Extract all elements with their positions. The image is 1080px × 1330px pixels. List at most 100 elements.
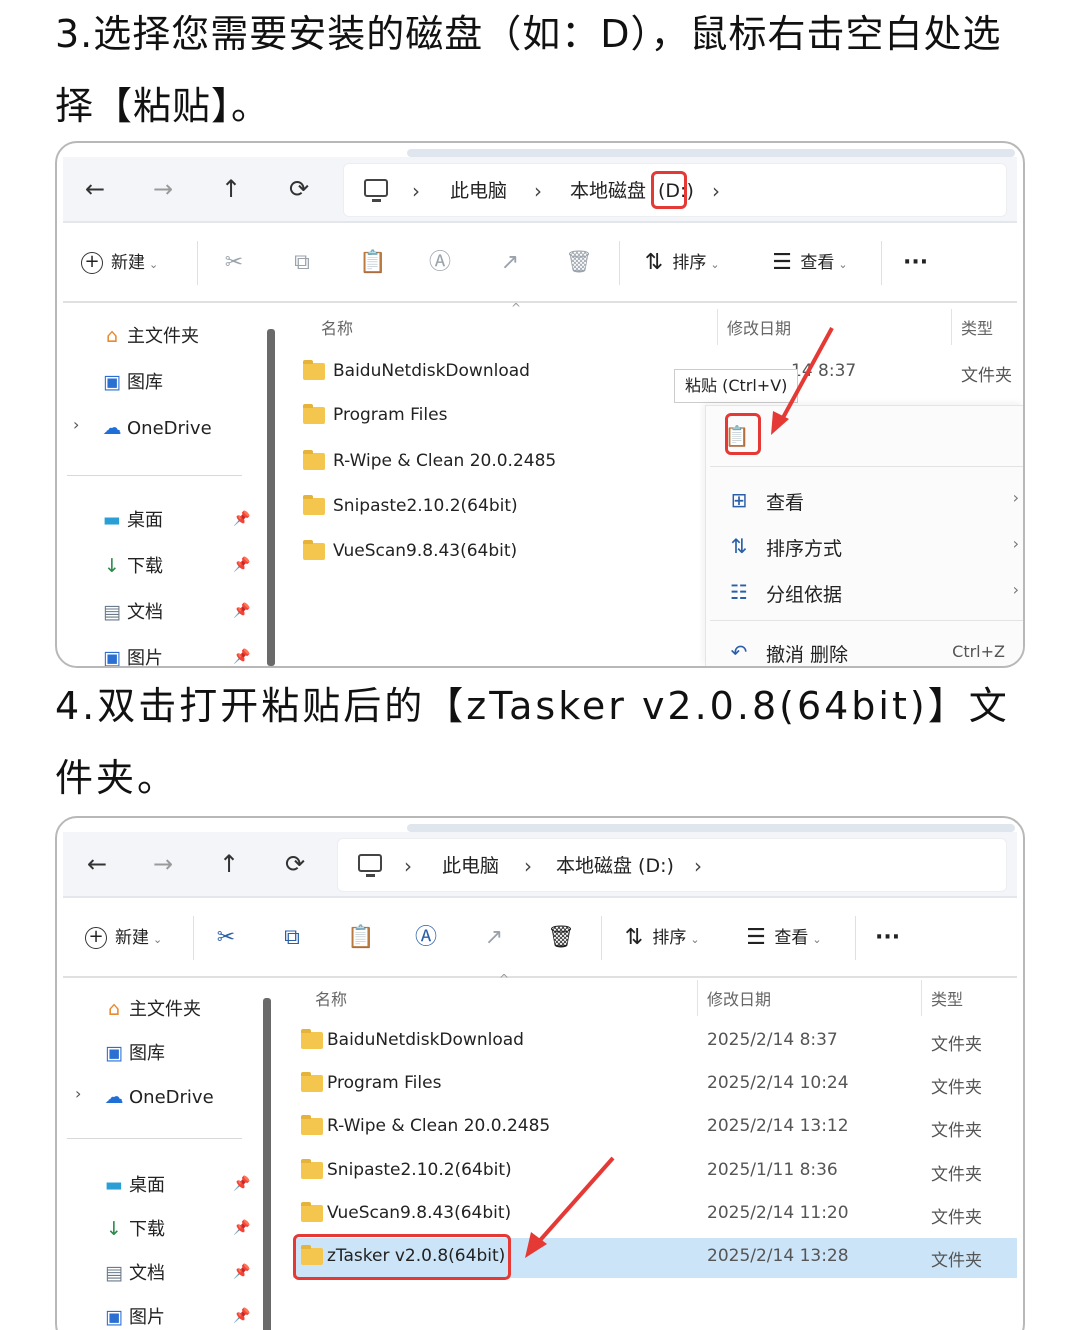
file-type: 文件夹 xyxy=(931,1251,982,1271)
column-header-type[interactable]: 类型 xyxy=(931,986,963,1010)
context-item-undo[interactable]: ↶ 撤消 删除 Ctrl+Z xyxy=(706,632,1023,666)
forward-icon[interactable]: → xyxy=(143,169,183,209)
scissors-icon: ✂ xyxy=(216,925,236,950)
up-icon[interactable]: ↑ xyxy=(209,844,249,884)
sidebar-item-desktop[interactable]: ▬ 桌面 xyxy=(101,1170,165,1200)
sort-caret-icon: ^ xyxy=(499,972,510,986)
pin-icon: 📌 xyxy=(233,1264,251,1280)
sidebar-item-documents[interactable]: ▤ 文档 xyxy=(99,597,163,627)
file-row[interactable]: Program Files 2025/2/14 10:24 文件夹 xyxy=(293,1065,1017,1105)
breadcrumb-this-pc[interactable]: 此电脑 xyxy=(442,839,499,893)
share-button[interactable]: ↗ xyxy=(481,922,507,954)
sidebar-scrollbar[interactable] xyxy=(267,329,275,666)
column-header-type[interactable]: 类型 xyxy=(961,315,993,339)
copy-button[interactable]: ⧉ xyxy=(279,922,305,954)
refresh-icon[interactable]: ⟳ xyxy=(275,844,315,884)
refresh-icon[interactable]: ⟳ xyxy=(279,169,319,209)
file-row[interactable]: BaiduNetdiskDownload 14 8:37 文件夹 xyxy=(293,353,1017,393)
sidebar-item-onedrive[interactable]: ☁ OneDrive xyxy=(101,1082,214,1112)
more-options-button[interactable]: ··· xyxy=(875,922,900,954)
view-button[interactable]: ☰ 查看 ⌄ xyxy=(769,247,848,279)
file-type: 文件夹 xyxy=(931,1035,982,1055)
file-row[interactable]: VueScan9.8.43(64bit) 2025/2/14 11:20 文件夹 xyxy=(293,1195,1017,1235)
column-header-date[interactable]: 修改日期 xyxy=(727,315,791,339)
view-list-icon: ☰ xyxy=(746,925,766,950)
cut-button[interactable]: ✂ xyxy=(221,247,247,279)
rename-icon: Ⓐ xyxy=(414,925,437,950)
paste-button[interactable]: 📋 xyxy=(347,922,374,954)
breadcrumb-separator: › xyxy=(412,179,420,203)
file-name: Snipaste2.10.2(64bit) xyxy=(333,496,518,516)
sidebar-item-documents[interactable]: ▤ 文档 xyxy=(101,1258,165,1288)
view-button[interactable]: ☰ 查看 ⌄ xyxy=(743,922,822,954)
file-row[interactable]: BaiduNetdiskDownload 2025/2/14 8:37 文件夹 xyxy=(293,1022,1017,1062)
sidebar-item-gallery[interactable]: ▣ 图库 xyxy=(101,1038,165,1068)
drive-letter-highlight xyxy=(651,171,687,209)
sidebar-item-pictures[interactable]: ▣ 图片 xyxy=(101,1302,165,1330)
column-header-date[interactable]: 修改日期 xyxy=(707,986,771,1010)
sort-button[interactable]: ⇅ 排序 ⌄ xyxy=(641,247,720,279)
breadcrumb-separator: › xyxy=(534,179,542,203)
sidebar-item-downloads[interactable]: ↓ 下载 xyxy=(101,1214,165,1244)
expand-chevron-icon[interactable]: › xyxy=(75,1084,81,1103)
undo-icon: ↶ xyxy=(730,640,748,664)
pin-icon: 📌 xyxy=(233,557,251,573)
home-icon: ⌂ xyxy=(105,325,119,347)
new-button[interactable]: + 新建 ⌄ xyxy=(81,247,158,279)
plus-icon: + xyxy=(81,252,103,274)
delete-button[interactable]: 🗑 xyxy=(565,247,593,279)
picture-icon: ▣ xyxy=(103,647,121,668)
more-options-button[interactable]: ··· xyxy=(903,247,928,279)
submenu-arrow-icon: › xyxy=(1012,488,1019,507)
context-item-sort-by[interactable]: ⇅ 排序方式 › xyxy=(706,526,1023,570)
copy-button[interactable]: ⧉ xyxy=(289,247,315,279)
rename-icon: Ⓐ xyxy=(428,250,451,275)
document-icon: ▤ xyxy=(105,1262,123,1284)
submenu-arrow-icon: › xyxy=(1012,534,1019,553)
back-icon[interactable]: ← xyxy=(75,169,115,209)
forward-icon[interactable]: → xyxy=(143,844,183,884)
navigation-pane: ⌂ 主文件夹 ▣ 图库 › ☁ OneDrive ▬ 桌面 📌 ↓ 下载 📌 ▤ 文档 📌 … xyxy=(63,980,273,1330)
context-item-group-by[interactable]: ☷ 分组依据 › xyxy=(706,572,1023,616)
file-date: 2025/2/14 13:28 xyxy=(707,1246,849,1266)
sidebar-item-pictures[interactable]: ▣ 图片 xyxy=(99,643,163,668)
delete-button[interactable]: 🗑 xyxy=(547,922,575,954)
sidebar-item-downloads[interactable]: ↓ 下载 xyxy=(99,551,163,581)
folder-icon xyxy=(301,1029,323,1049)
expand-chevron-icon[interactable]: › xyxy=(73,415,79,434)
sidebar-scrollbar[interactable] xyxy=(263,998,271,1330)
breadcrumb-drive[interactable]: 本地磁盘 xyxy=(570,164,646,218)
breadcrumb-this-pc[interactable]: 此电脑 xyxy=(450,164,507,218)
file-row[interactable]: Snipaste2.10.2(64bit) 2025/1/11 8:36 文件夹 xyxy=(293,1152,1017,1192)
folder-icon xyxy=(303,540,325,560)
computer-icon xyxy=(358,854,382,877)
sidebar-item-home[interactable]: ⌂ 主文件夹 xyxy=(101,994,201,1024)
sidebar-item-gallery[interactable]: ▣ 图库 xyxy=(99,367,163,397)
share-button[interactable]: ↗ xyxy=(497,247,523,279)
up-icon[interactable]: ↑ xyxy=(211,169,251,209)
file-type: 文件夹 xyxy=(931,1208,982,1228)
column-header-name[interactable]: 名称 xyxy=(315,986,347,1010)
rename-button[interactable]: Ⓐ xyxy=(427,247,453,279)
paste-button[interactable]: 📋 xyxy=(359,247,386,279)
sidebar-item-home[interactable]: ⌂ 主文件夹 xyxy=(99,321,199,351)
context-item-view[interactable]: ⊞ 查看 › xyxy=(706,480,1023,524)
new-button[interactable]: + 新建 ⌄ xyxy=(85,922,162,954)
pin-icon: 📌 xyxy=(233,649,251,665)
folder-icon xyxy=(303,404,325,424)
rename-button[interactable]: Ⓐ xyxy=(413,922,439,954)
address-bar[interactable]: › 此电脑 › 本地磁盘 (D:) › xyxy=(337,838,1007,892)
sidebar-item-desktop[interactable]: ▬ 桌面 xyxy=(99,505,163,535)
column-header-name[interactable]: 名称 xyxy=(321,315,353,339)
cut-button[interactable]: ✂ xyxy=(213,922,239,954)
sidebar-item-onedrive[interactable]: ☁ OneDrive xyxy=(99,413,212,443)
breadcrumb-drive[interactable]: 本地磁盘 (D:) xyxy=(556,839,674,893)
sort-caret-icon: ^ xyxy=(511,301,522,315)
copy-icon: ⧉ xyxy=(284,925,300,950)
file-type: 文件夹 xyxy=(931,1165,982,1185)
file-row[interactable]: R-Wipe & Clean 20.0.2485 2025/2/14 13:12… xyxy=(293,1108,1017,1148)
sort-button[interactable]: ⇅ 排序 ⌄ xyxy=(621,922,700,954)
back-icon[interactable]: ← xyxy=(77,844,117,884)
breadcrumb-separator: › xyxy=(694,854,702,878)
file-date: 2025/2/14 8:37 xyxy=(707,1030,838,1050)
